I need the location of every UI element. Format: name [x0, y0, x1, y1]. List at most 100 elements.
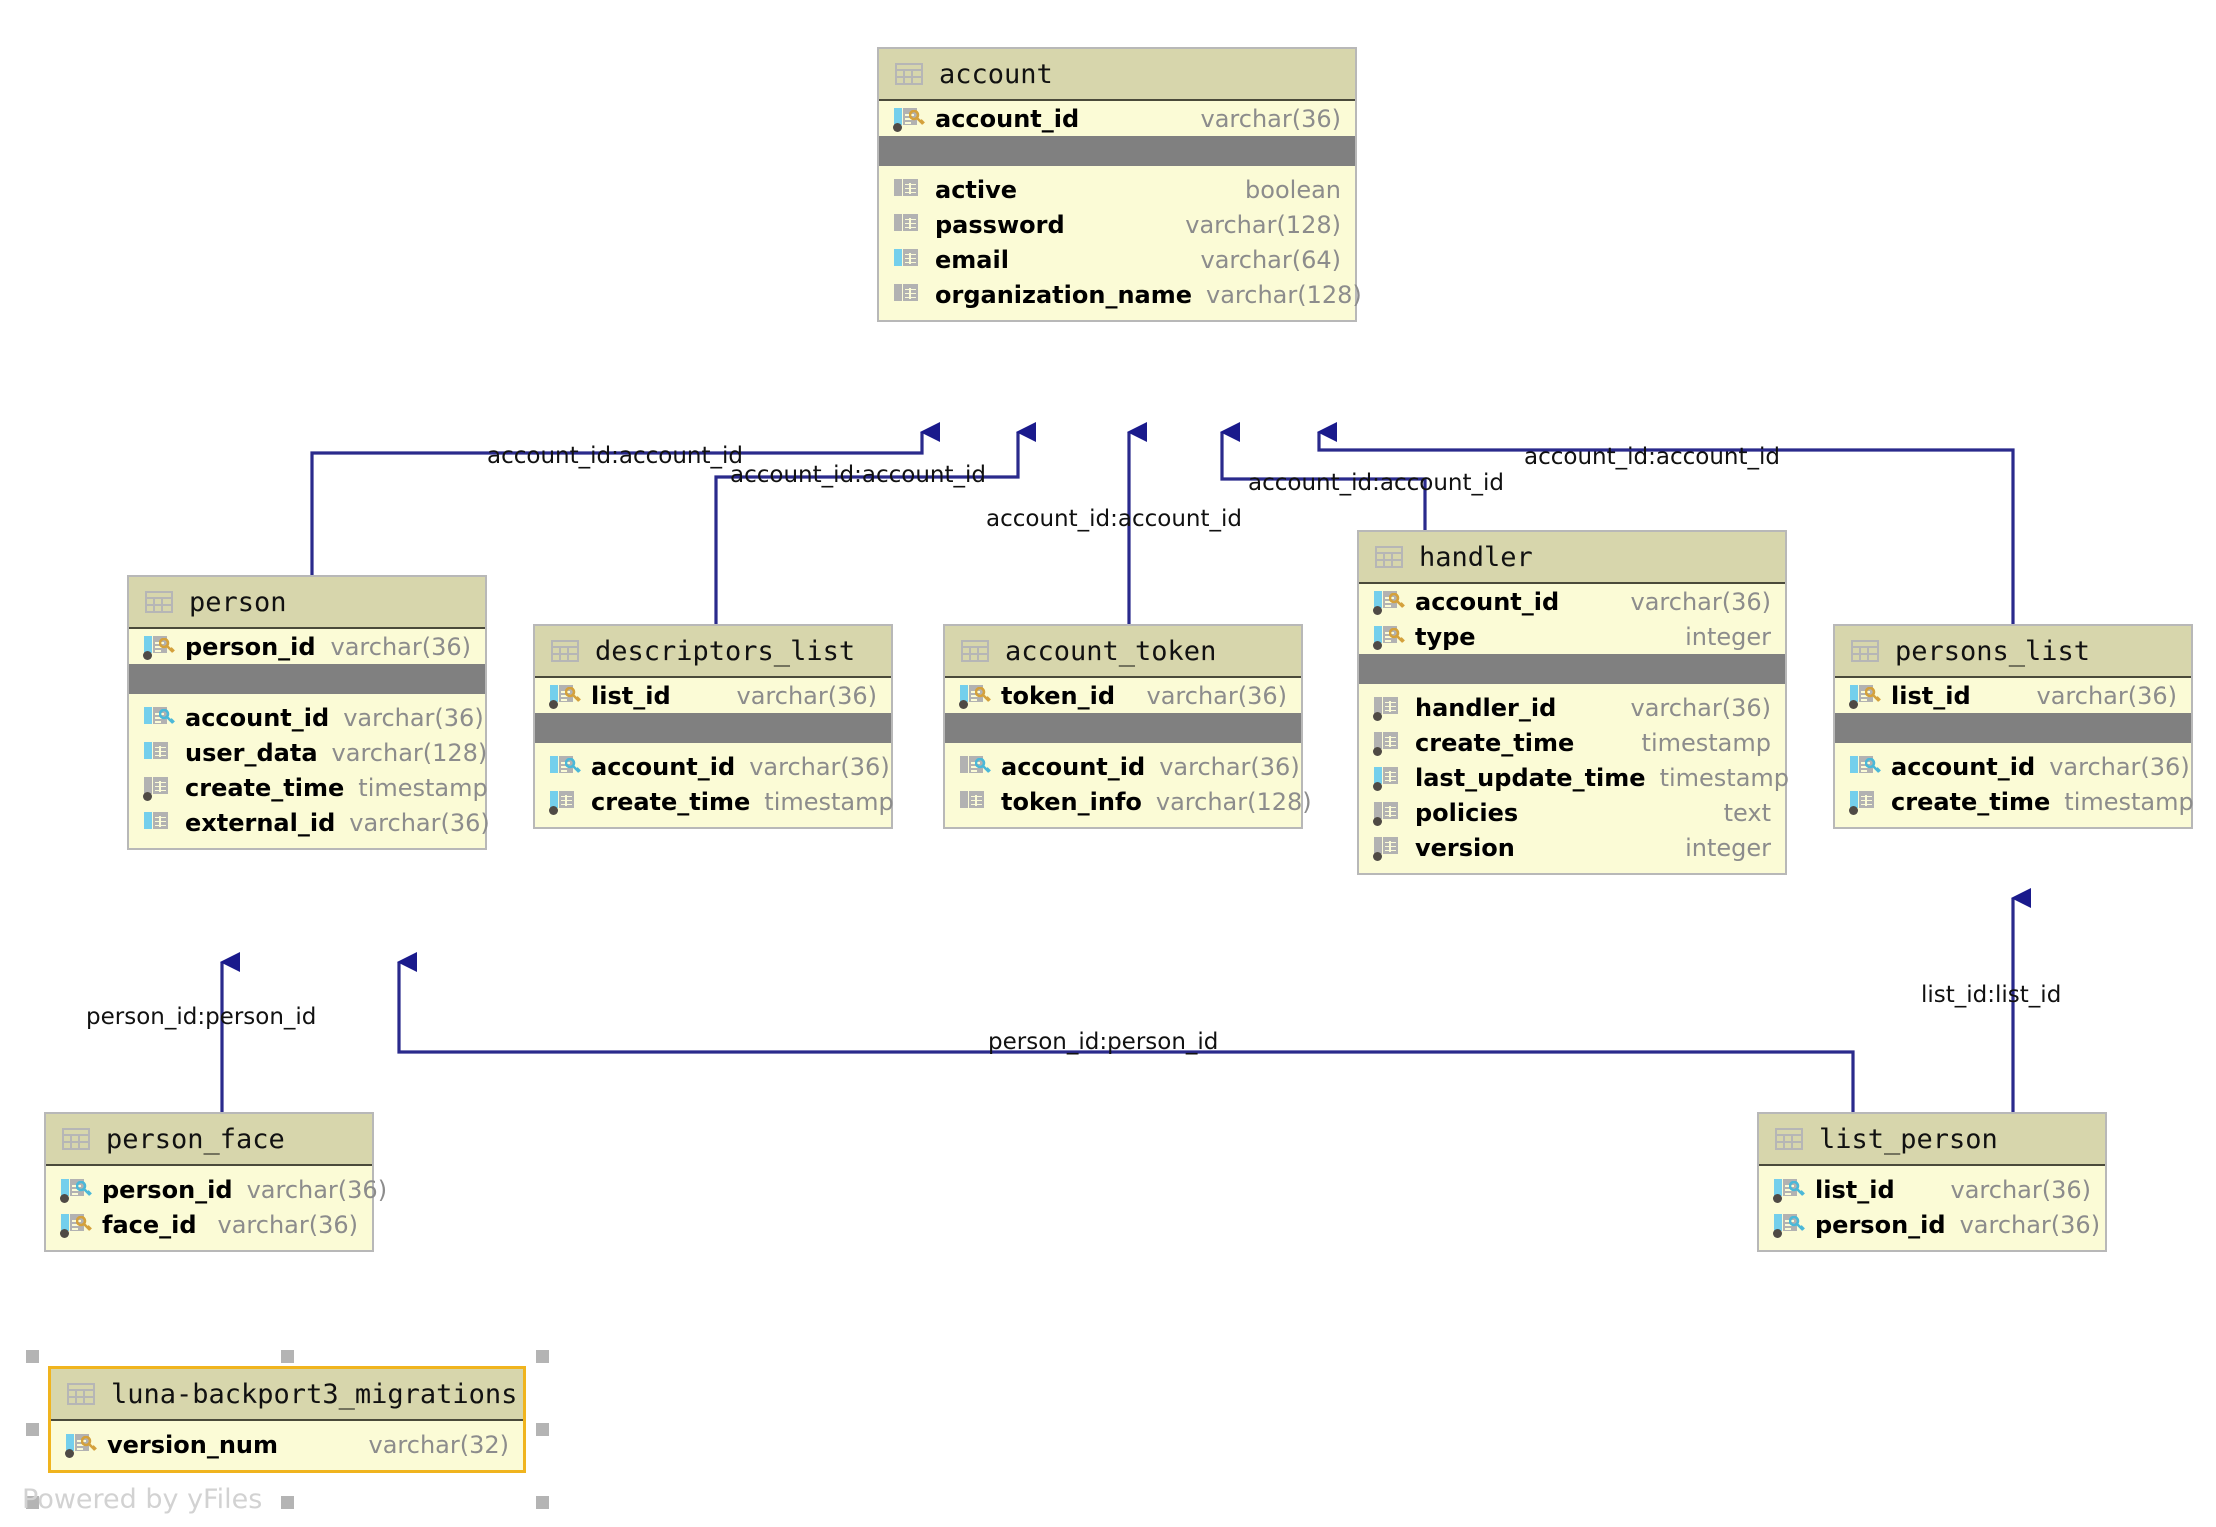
- selection-handle-w[interactable]: [26, 1423, 39, 1436]
- table-row[interactable]: person_id varchar(36): [1759, 1207, 2105, 1242]
- table-node-person-face[interactable]: person_face person_id varchar(36) face_i…: [44, 1112, 387, 1252]
- table-header-person-face[interactable]: person_face: [46, 1114, 372, 1166]
- table-row[interactable]: handler_id varchar(36): [1359, 690, 1785, 725]
- table-title: handler: [1419, 541, 1533, 573]
- column-name: person_id: [102, 1175, 233, 1204]
- table-row[interactable]: account_id varchar(36): [1835, 749, 2191, 784]
- table-row[interactable]: user_data varchar(128): [129, 735, 487, 770]
- column-name: account_id: [1891, 752, 2036, 781]
- column-name: person_id: [185, 632, 316, 661]
- table-node-account-token[interactable]: account_token token_id varchar(36) accou…: [943, 624, 1312, 829]
- selection-handle-s[interactable]: [281, 1496, 294, 1509]
- key-separator: [535, 713, 891, 743]
- fk-indexed-icon: [1849, 754, 1881, 780]
- fk-pk-notnull-indexed-icon: [1773, 1177, 1805, 1203]
- column-type: timestamp: [2064, 787, 2194, 816]
- table-row[interactable]: create_time timestamp: [129, 770, 488, 805]
- table-row[interactable]: organization_name varchar(128): [879, 277, 1362, 312]
- pk-notnull-indexed-icon: [893, 106, 925, 132]
- table-row[interactable]: create_time timestamp: [1835, 784, 2194, 819]
- selection-handle-nw[interactable]: [26, 1350, 39, 1363]
- table-row[interactable]: version integer: [1359, 830, 1785, 865]
- table-row[interactable]: version_num varchar(32): [51, 1427, 523, 1462]
- column-type: varchar(36): [2036, 681, 2178, 710]
- table-row[interactable]: create_time timestamp: [535, 784, 894, 819]
- table-row[interactable]: account_id varchar(36): [1359, 584, 1785, 619]
- table-node-handler[interactable]: handler account_id varchar(36) type inte…: [1357, 530, 1789, 875]
- table-row[interactable]: person_id varchar(36): [129, 629, 485, 664]
- table-row[interactable]: token_info varchar(128): [945, 784, 1312, 819]
- table-icon: [67, 1383, 95, 1405]
- table-keys: person_id varchar(36) face_id varchar(36…: [46, 1166, 387, 1250]
- table-header-handler[interactable]: handler: [1359, 532, 1785, 584]
- table-row[interactable]: account_id varchar(36): [535, 749, 891, 784]
- column-notnull-indexed-icon: [1373, 765, 1403, 791]
- column-name: external_id: [185, 808, 336, 837]
- column-name: last_update_time: [1415, 763, 1646, 792]
- table-icon: [145, 591, 173, 613]
- column-type: varchar(36): [1630, 693, 1772, 722]
- table-row[interactable]: token_id varchar(36): [945, 678, 1301, 713]
- table-row[interactable]: face_id varchar(36): [46, 1207, 372, 1242]
- selection-handle-n[interactable]: [281, 1350, 294, 1363]
- table-node-luna-backport3-migrations[interactable]: luna-backport3_migrations version_num va…: [48, 1366, 526, 1473]
- table-columns: active boolean password varchar(128) ema…: [879, 166, 1362, 320]
- table-row[interactable]: account_id varchar(36): [129, 700, 485, 735]
- table-keys: list_id varchar(36): [1835, 678, 2191, 713]
- column-name: policies: [1415, 798, 1519, 827]
- table-row[interactable]: person_id varchar(36): [46, 1172, 387, 1207]
- table-row[interactable]: last_update_time timestamp: [1359, 760, 1789, 795]
- column-type: integer: [1685, 622, 1771, 651]
- table-row[interactable]: active boolean: [879, 172, 1355, 207]
- column-name: active: [935, 175, 1018, 204]
- pk-notnull-indexed-icon: [549, 683, 581, 709]
- table-header-account[interactable]: account: [879, 49, 1355, 101]
- table-node-person[interactable]: person person_id varchar(36) account_id …: [127, 575, 490, 850]
- diagram-canvas[interactable]: account_id:account_id account_id:account…: [0, 0, 2216, 1527]
- table-row[interactable]: list_id varchar(36): [1835, 678, 2191, 713]
- edge-label-handler-account: account_id:account_id: [1248, 470, 1504, 496]
- column-type: integer: [1685, 833, 1771, 862]
- table-header-list-person[interactable]: list_person: [1759, 1114, 2105, 1166]
- key-separator: [945, 713, 1301, 743]
- table-icon: [961, 640, 989, 662]
- column-type: timestamp: [358, 773, 488, 802]
- table-header-migrations[interactable]: luna-backport3_migrations: [51, 1369, 523, 1421]
- table-row[interactable]: policies text: [1359, 795, 1785, 830]
- column-name: organization_name: [935, 280, 1193, 309]
- table-icon: [1775, 1128, 1803, 1150]
- table-header-person[interactable]: person: [129, 577, 485, 629]
- fk-indexed-icon: [549, 754, 581, 780]
- table-row[interactable]: type integer: [1359, 619, 1785, 654]
- table-row[interactable]: account_id varchar(36): [945, 749, 1301, 784]
- table-keys: account_id varchar(36): [879, 101, 1355, 136]
- table-row[interactable]: create_time timestamp: [1359, 725, 1785, 760]
- table-row[interactable]: list_id varchar(36): [1759, 1172, 2105, 1207]
- column-icon: [893, 282, 923, 308]
- table-header-account-token[interactable]: account_token: [945, 626, 1301, 678]
- table-node-descriptors-list[interactable]: descriptors_list list_id varchar(36) acc…: [533, 624, 894, 829]
- column-icon: [893, 177, 923, 203]
- table-row[interactable]: list_id varchar(36): [535, 678, 891, 713]
- key-separator: [129, 664, 485, 694]
- column-type: varchar(128): [1155, 787, 1312, 816]
- selection-handle-ne[interactable]: [536, 1350, 549, 1363]
- table-row[interactable]: external_id varchar(36): [129, 805, 490, 840]
- table-row[interactable]: password varchar(128): [879, 207, 1355, 242]
- column-name: type: [1415, 622, 1476, 651]
- table-node-account[interactable]: account account_id varchar(36) active bo…: [877, 47, 1362, 322]
- table-node-persons-list[interactable]: persons_list list_id varchar(36) account…: [1833, 624, 2194, 829]
- selection-handle-e[interactable]: [536, 1423, 549, 1436]
- table-header-descriptors-list[interactable]: descriptors_list: [535, 626, 891, 678]
- selection-handle-se[interactable]: [536, 1496, 549, 1509]
- table-row[interactable]: email varchar(64): [879, 242, 1355, 277]
- table-title: account: [939, 58, 1053, 90]
- table-node-list-person[interactable]: list_person list_id varchar(36) person_i…: [1757, 1112, 2107, 1252]
- column-type: varchar(36): [343, 703, 484, 732]
- table-icon: [1375, 546, 1403, 568]
- table-row[interactable]: account_id varchar(36): [879, 101, 1355, 136]
- table-header-persons-list[interactable]: persons_list: [1835, 626, 2191, 678]
- column-name: account_id: [1001, 752, 1146, 781]
- column-name: list_id: [1891, 681, 1971, 710]
- column-icon: [893, 212, 923, 238]
